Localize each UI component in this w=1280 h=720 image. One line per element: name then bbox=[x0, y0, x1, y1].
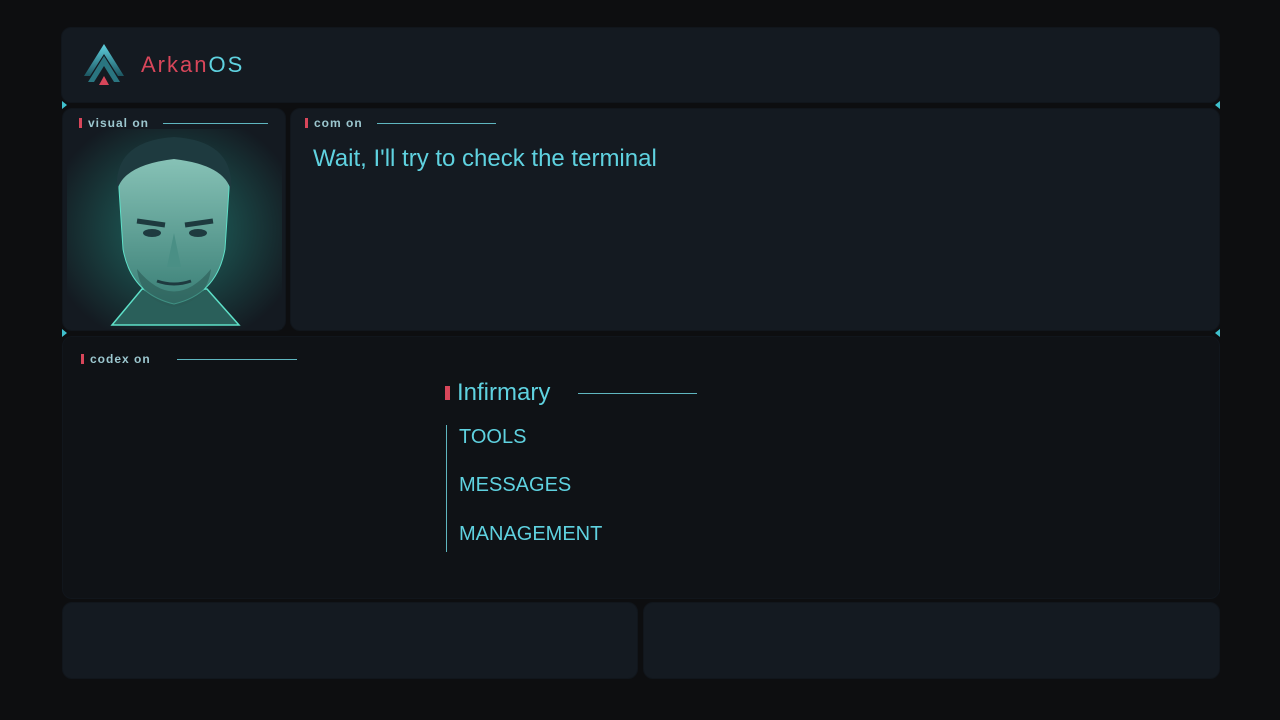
label-marker bbox=[305, 118, 308, 128]
menu-title: Infirmary bbox=[445, 379, 698, 407]
com-label-text: com on bbox=[314, 116, 363, 130]
visual-section-label: visual on bbox=[79, 116, 269, 130]
corner-tick bbox=[1215, 101, 1220, 109]
codex-panel: codex on Infirmary TOOLS MESSAGES MANAGE… bbox=[62, 336, 1220, 599]
character-portrait-icon bbox=[67, 129, 282, 329]
arkanos-logo-icon bbox=[84, 44, 124, 85]
label-divider bbox=[163, 122, 269, 124]
visual-panel: visual on bbox=[62, 108, 286, 331]
label-marker bbox=[81, 354, 84, 364]
menu-item-tools[interactable]: TOOLS bbox=[459, 426, 526, 449]
bottom-right-panel bbox=[643, 602, 1220, 679]
codex-section-label: codex on bbox=[81, 352, 297, 366]
brand-title: ArkanOS bbox=[141, 52, 244, 78]
label-marker bbox=[79, 118, 82, 128]
corner-tick bbox=[62, 329, 67, 337]
corner-tick bbox=[1215, 329, 1220, 337]
header-bar: ArkanOS bbox=[61, 27, 1220, 103]
menu-list: TOOLS MESSAGES MANAGEMENT bbox=[446, 425, 646, 552]
corner-tick bbox=[62, 101, 67, 109]
menu-title-divider bbox=[578, 392, 698, 394]
menu-title-text: Infirmary bbox=[457, 379, 551, 406]
label-divider bbox=[176, 358, 297, 360]
menu-title-marker bbox=[445, 386, 450, 400]
visual-label-text: visual on bbox=[88, 116, 150, 130]
brand-title-part1: Arkan bbox=[141, 52, 209, 77]
com-panel: com on Wait, I'll try to check the termi… bbox=[290, 108, 1220, 331]
com-message: Wait, I'll try to check the terminal bbox=[313, 145, 657, 172]
brand-title-part2: OS bbox=[208, 52, 245, 77]
menu-item-messages[interactable]: MESSAGES bbox=[459, 474, 571, 497]
com-section-label: com on bbox=[305, 116, 496, 130]
menu-item-management[interactable]: MANAGEMENT bbox=[459, 523, 602, 546]
label-divider bbox=[376, 122, 496, 124]
codex-label-text: codex on bbox=[90, 352, 151, 366]
bottom-left-panel bbox=[62, 602, 638, 679]
